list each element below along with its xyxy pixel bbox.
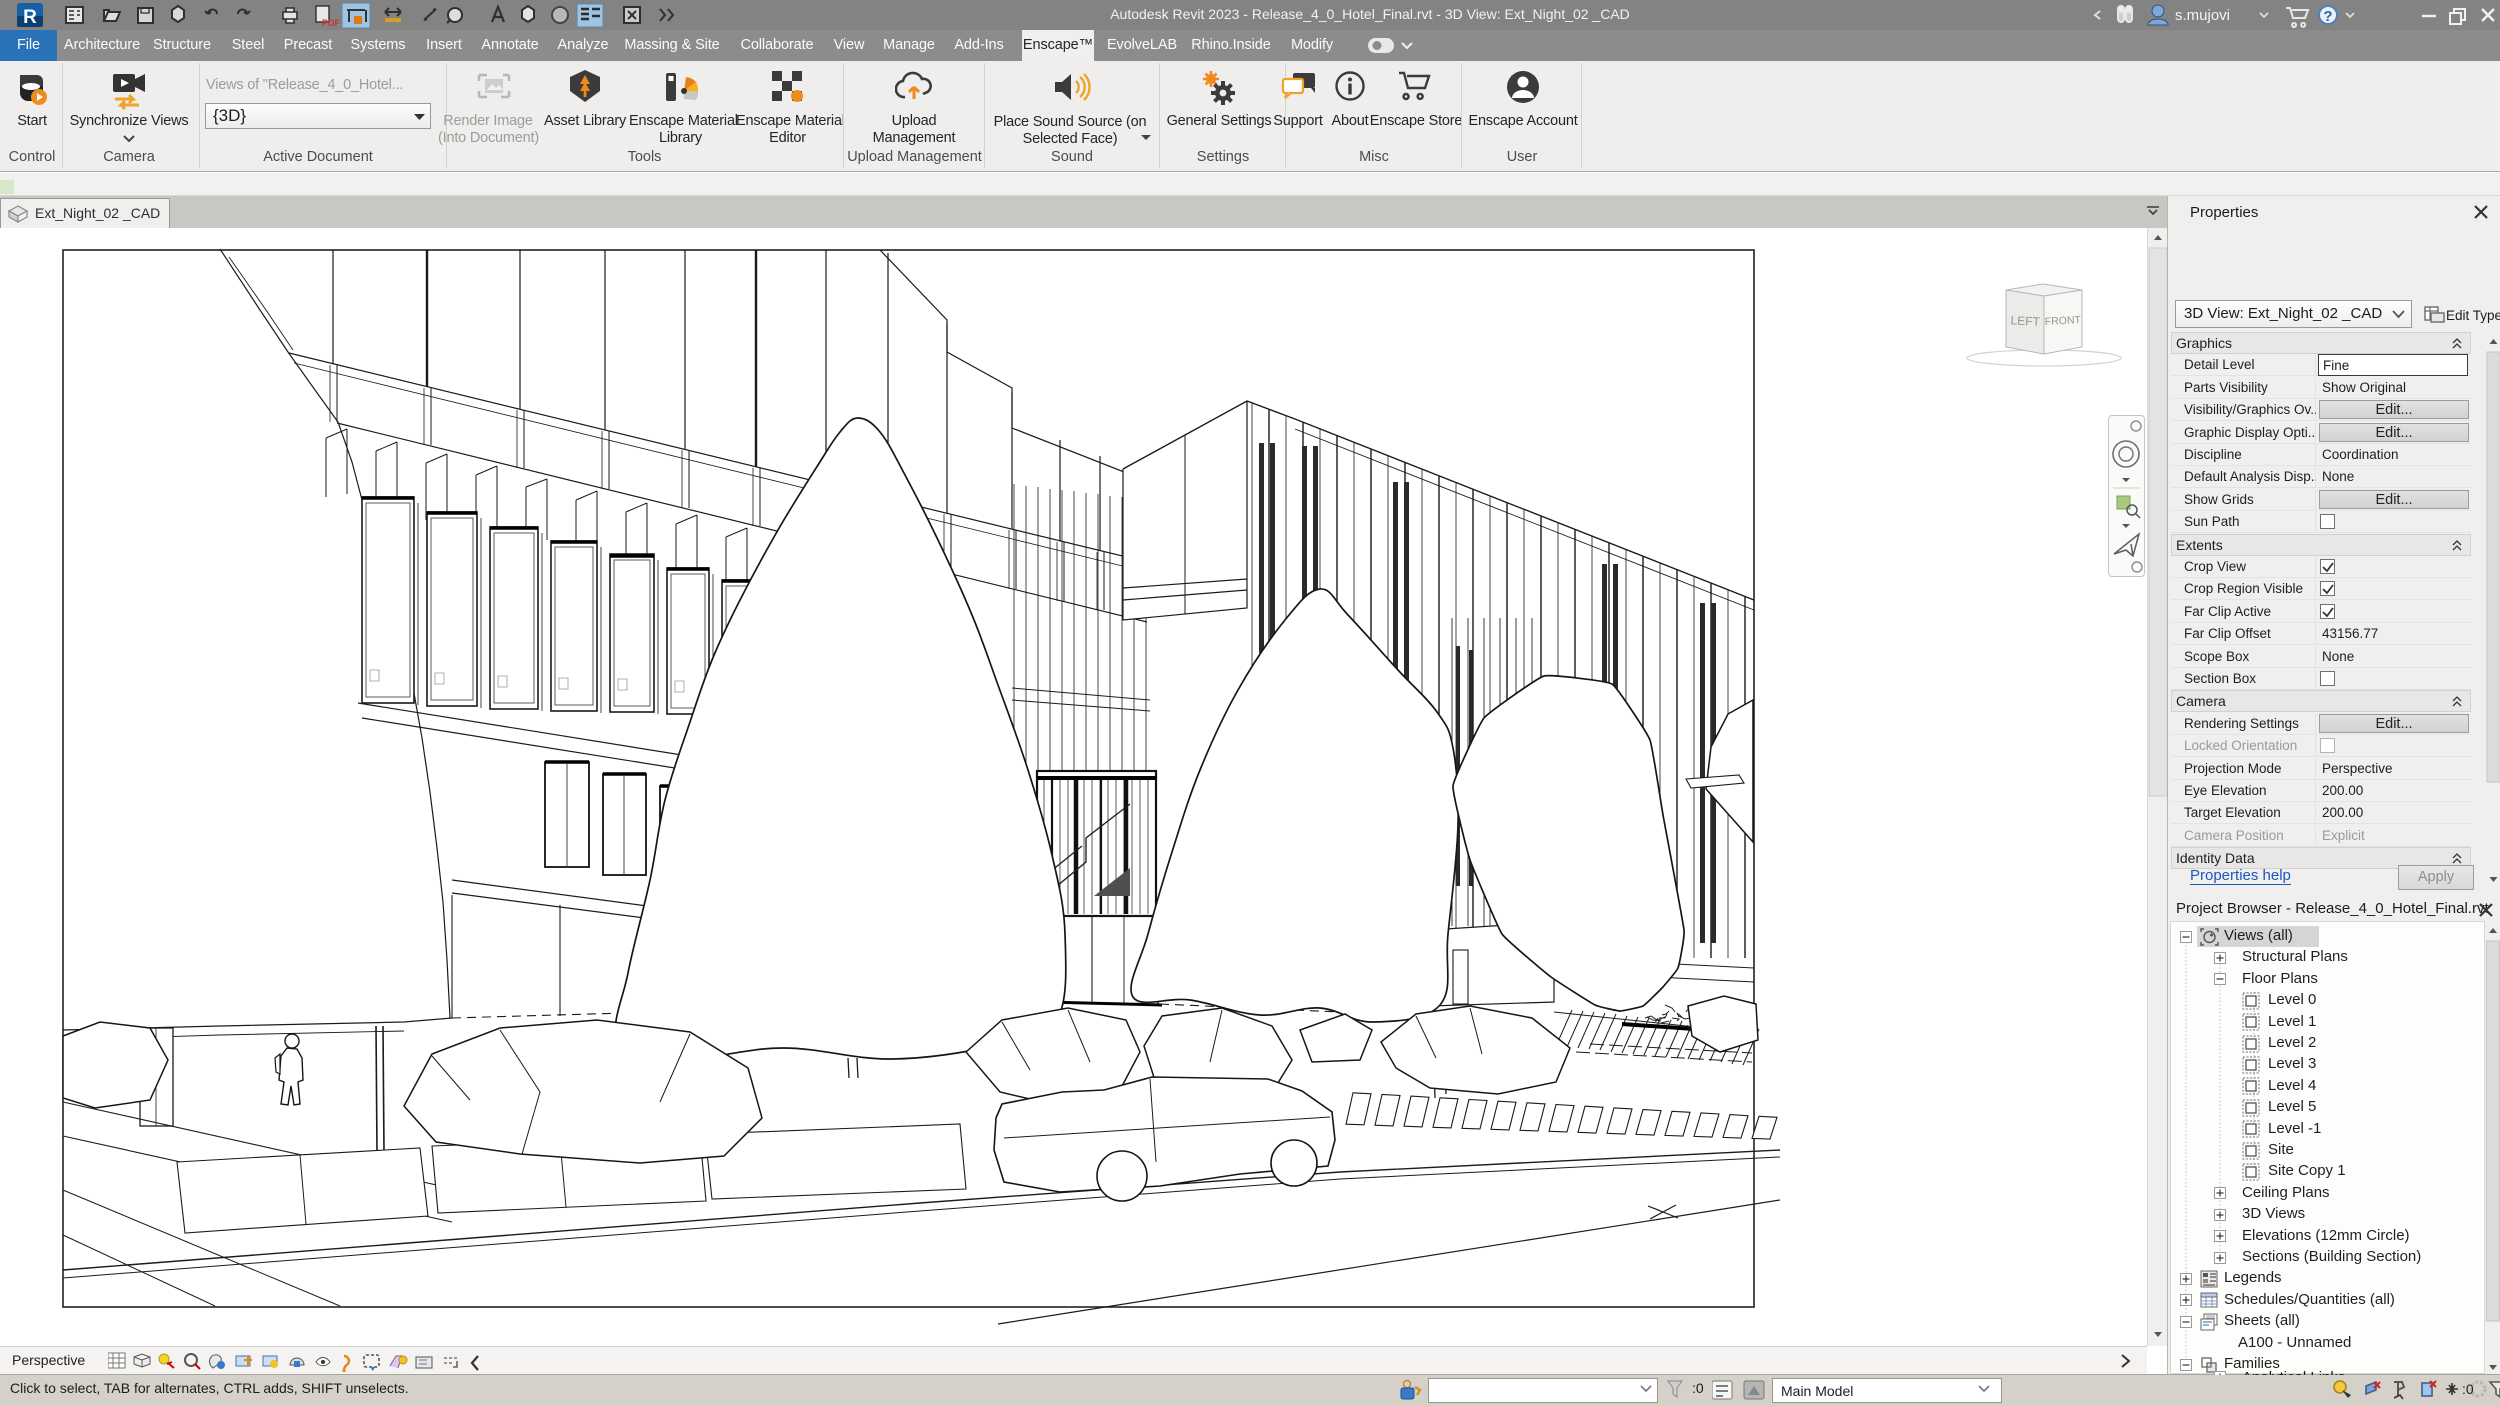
svg-text:R: R	[23, 7, 37, 28]
svg-text:FRONT: FRONT	[2044, 314, 2081, 328]
svg-text:LEFT: LEFT	[2010, 313, 2041, 329]
svg-text:?: ?	[2323, 8, 2332, 25]
svg-text:s.mujovi: s.mujovi	[2175, 7, 2230, 24]
svg-text:PDF: PDF	[322, 18, 341, 28]
